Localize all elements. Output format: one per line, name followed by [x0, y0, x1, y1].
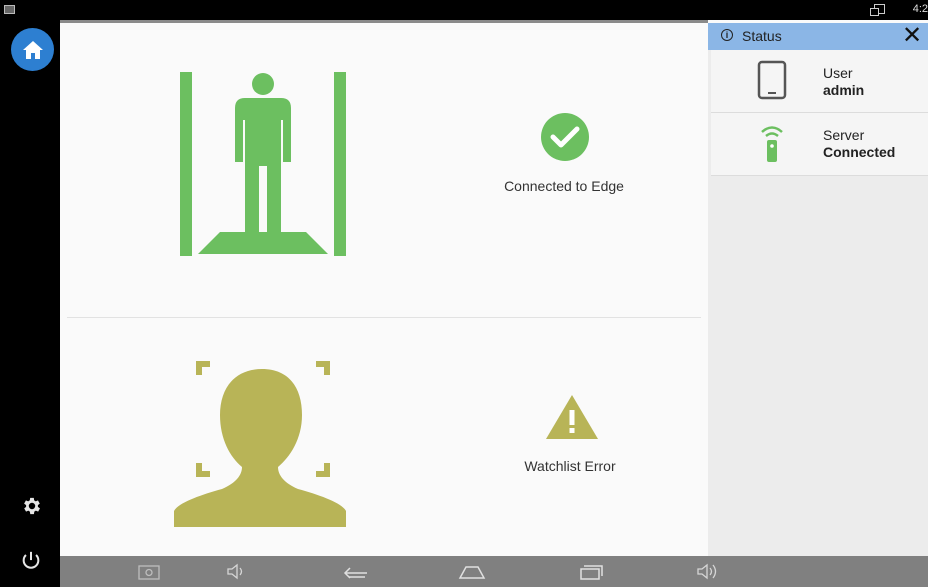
- face-scan-icon: [174, 361, 346, 527]
- back-icon[interactable]: [341, 556, 371, 587]
- server-label: Server: [823, 127, 865, 143]
- warning-triangle-icon: [546, 395, 598, 439]
- main-content: Connected to Edge Watchlist Error: [60, 23, 708, 556]
- power-button[interactable]: [20, 550, 42, 577]
- volume-down-icon[interactable]: [225, 556, 249, 587]
- check-circle-icon: [541, 113, 589, 161]
- status-panel: i Status ✕ User admin Server Connected: [708, 23, 928, 556]
- volume-up-icon[interactable]: [695, 556, 723, 587]
- user-value: admin: [823, 82, 865, 98]
- user-row: User admin: [711, 50, 928, 113]
- home-icon: [22, 40, 43, 59]
- power-icon: [22, 551, 40, 569]
- server-value: Connected: [823, 144, 896, 160]
- status-panel-header: i Status ✕: [708, 23, 928, 50]
- watchlist-status-label: Watchlist Error: [524, 458, 616, 474]
- home-nav-icon[interactable]: [457, 556, 487, 587]
- status-panel-title: Status: [742, 28, 782, 44]
- navigation-bar: [60, 556, 928, 587]
- user-label: User: [823, 65, 853, 81]
- info-icon: i: [721, 29, 733, 41]
- wifi-remote-icon: [761, 126, 783, 162]
- screenshot-icon[interactable]: [137, 556, 161, 587]
- home-button[interactable]: [11, 28, 54, 71]
- notification-icon: [4, 5, 15, 14]
- system-status-bar: 4:2: [0, 0, 928, 20]
- tablet-icon: [757, 60, 787, 100]
- card-divider: [67, 317, 701, 318]
- window-icon: [870, 4, 885, 16]
- body-scanner-icon: [180, 72, 346, 256]
- gear-icon: [24, 497, 40, 515]
- edge-status-label: Connected to Edge: [504, 178, 624, 194]
- close-button[interactable]: ✕: [902, 23, 922, 49]
- server-row: Server Connected: [711, 113, 928, 176]
- settings-button[interactable]: [21, 495, 43, 522]
- recent-apps-icon[interactable]: [577, 556, 605, 587]
- clock: 4:2: [912, 3, 928, 15]
